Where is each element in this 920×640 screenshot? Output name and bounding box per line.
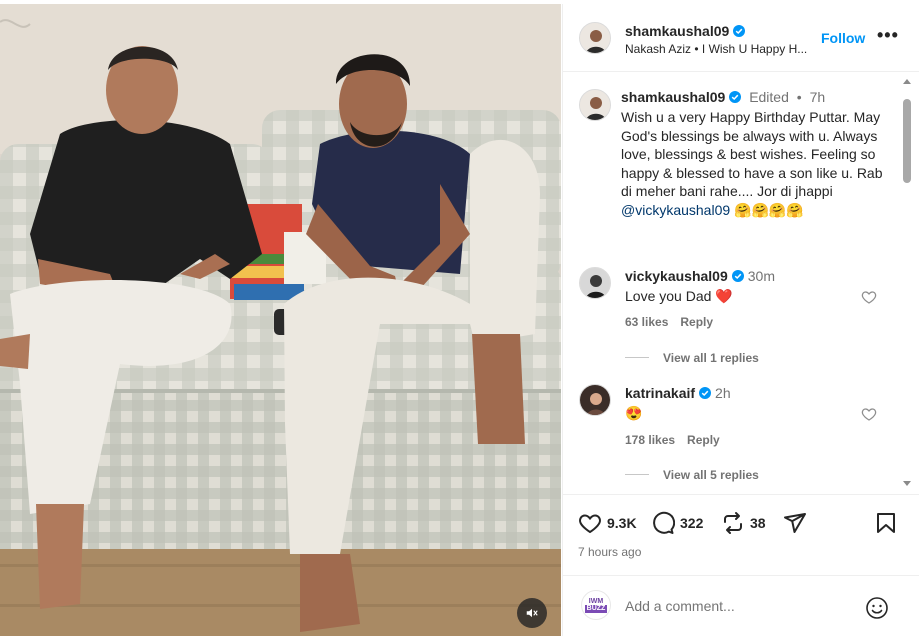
comment-likes-count[interactable]: 63 likes xyxy=(625,315,668,329)
comment-text: 😍 xyxy=(625,405,643,421)
add-comment-bar: IWM BUZZ xyxy=(563,575,919,636)
iwmbuzz-logo: IWM BUZZ xyxy=(581,590,611,620)
comment-likes-count[interactable]: 178 likes xyxy=(625,433,675,447)
profile-photo-icon xyxy=(580,90,610,120)
avatar[interactable] xyxy=(579,22,611,54)
bookmark-icon xyxy=(877,513,895,533)
mute-toggle-button[interactable] xyxy=(517,598,547,628)
repost-button[interactable]: 38 xyxy=(721,511,766,535)
repost-icon xyxy=(724,512,742,534)
comment-username[interactable]: katrinakaif xyxy=(625,385,695,401)
instagram-post-window: shamkaushal09 Nakash Aziz • I Wish U Hap… xyxy=(0,0,920,640)
more-options-icon[interactable]: ••• xyxy=(877,25,899,46)
photo-father-and-son-on-sofa xyxy=(0,4,561,636)
comment-actions: 178 likes Reply xyxy=(625,433,732,447)
view-replies-button[interactable]: View all 1 replies xyxy=(625,351,759,365)
comment-button[interactable]: 322 xyxy=(651,511,703,535)
caption-emojis: 🤗🤗🤗🤗 xyxy=(730,201,804,218)
verified-badge-icon xyxy=(733,25,746,37)
reply-button[interactable]: Reply xyxy=(680,315,713,329)
separator-dot: • xyxy=(796,89,802,105)
emoji-smiley-icon[interactable] xyxy=(865,596,889,620)
profile-photo-icon xyxy=(580,268,610,298)
comment-avatar-vickykaushal09[interactable] xyxy=(579,267,611,299)
caption-body: Wish u a very Happy Birthday Puttar. May… xyxy=(621,109,883,199)
post-actions-bar: 9.3K 322 38 7 hours ago xyxy=(563,494,919,574)
profile-photo-icon xyxy=(580,23,610,53)
comments-scroll-area[interactable]: shamkaushal09 Edited • 7h Wish u a very … xyxy=(563,73,919,493)
scroll-down-arrow-icon[interactable] xyxy=(903,481,911,486)
scroll-up-arrow-icon[interactable] xyxy=(903,79,911,84)
paper-plane-icon xyxy=(784,513,806,533)
speaker-muted-icon xyxy=(526,608,538,618)
verified-badge-icon xyxy=(699,387,712,399)
heart-icon xyxy=(579,514,601,534)
caption-avatar[interactable] xyxy=(579,89,611,121)
save-button[interactable] xyxy=(874,511,898,535)
scrollbar-thumb[interactable] xyxy=(903,99,911,183)
caption-text: Wish u a very Happy Birthday Puttar. May… xyxy=(621,108,891,219)
header-username-text[interactable]: shamkaushal09 xyxy=(625,23,729,39)
add-comment-input[interactable] xyxy=(625,598,845,614)
post-photo[interactable] xyxy=(0,4,561,636)
like-button[interactable]: 9.3K xyxy=(578,511,637,535)
likes-count[interactable]: 9.3K xyxy=(607,515,637,531)
verified-badge-icon xyxy=(731,270,744,282)
post-details-panel: shamkaushal09 Nakash Aziz • I Wish U Hap… xyxy=(562,4,919,636)
profile-photo-icon xyxy=(580,385,610,415)
comment-username[interactable]: vickykaushal09 xyxy=(625,268,728,284)
comment-actions: 63 likes Reply xyxy=(625,315,725,329)
logo-text-buzz: BUZZ xyxy=(584,604,608,613)
verified-badge-icon xyxy=(729,91,742,103)
follow-button[interactable]: Follow xyxy=(821,30,865,46)
caption-header: shamkaushal09 Edited • 7h xyxy=(621,89,825,105)
reply-button[interactable]: Reply xyxy=(687,433,720,447)
comment-avatar-katrinakaif[interactable] xyxy=(579,384,611,416)
comment-text: Love you Dad ❤️ xyxy=(625,288,733,304)
share-button[interactable] xyxy=(783,511,807,535)
comment-bubble-icon xyxy=(653,511,675,534)
edited-label: Edited xyxy=(749,89,789,105)
comment-header: vickykaushal09 30m xyxy=(625,268,775,284)
caption-time: 7h xyxy=(809,89,826,105)
comment-header: katrinakaif 2h xyxy=(625,385,731,401)
comments-count[interactable]: 322 xyxy=(680,515,703,531)
comment-time: 30m xyxy=(747,268,775,284)
posted-time[interactable]: 7 hours ago xyxy=(578,545,641,559)
post-header: shamkaushal09 Nakash Aziz • I Wish U Hap… xyxy=(563,4,919,72)
mention-link[interactable]: @vickykaushal09 xyxy=(621,202,730,218)
comment-time: 2h xyxy=(715,385,731,401)
caption-username[interactable]: shamkaushal09 xyxy=(621,89,725,105)
audio-attribution[interactable]: Nakash Aziz • I Wish U Happy H... xyxy=(625,42,825,56)
header-username[interactable]: shamkaushal09 xyxy=(625,23,746,39)
comments-scrollbar[interactable] xyxy=(901,77,913,489)
reposts-count[interactable]: 38 xyxy=(750,515,766,531)
like-comment-heart-icon[interactable] xyxy=(861,289,877,305)
logo-text-iwm: IWM xyxy=(588,597,604,605)
like-comment-heart-icon[interactable] xyxy=(861,406,877,422)
view-replies-button[interactable]: View all 5 replies xyxy=(625,468,759,482)
